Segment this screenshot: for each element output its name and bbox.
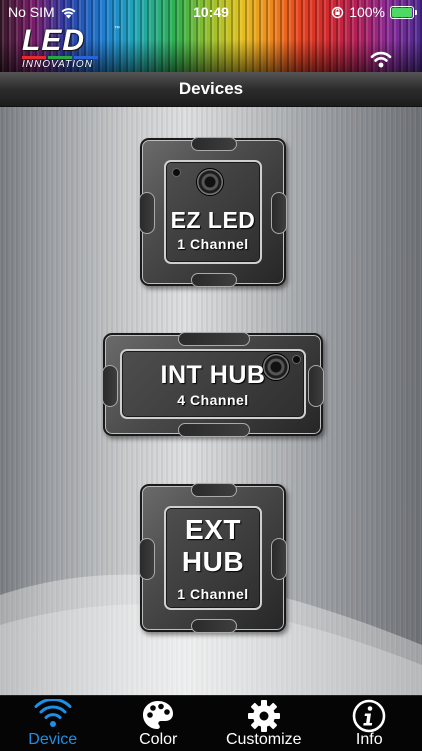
logo-main-text: LED (22, 24, 85, 57)
gear-icon (247, 700, 280, 732)
device-name: INT HUB (160, 361, 266, 389)
tab-label: Color (139, 731, 178, 748)
tab-label: Info (355, 731, 383, 748)
device-channel: 1 Channel (177, 586, 249, 602)
app-logo: LED ™ INNOVATION (18, 24, 130, 72)
title-bar: Devices (0, 72, 422, 107)
tab-bar: Device Color Customize Info (0, 695, 422, 751)
device-list: EZ LED 1 Channel INT HUB 4 Channel EXT H… (0, 107, 422, 695)
logo-sub-text: INNOVATION (22, 59, 93, 70)
tab-customize[interactable]: Customize (214, 696, 314, 751)
battery-percent: 100% (349, 4, 385, 20)
device-ext-hub[interactable]: EXT HUB 1 Channel (139, 483, 287, 633)
device-channel: 4 Channel (177, 392, 249, 408)
tab-color[interactable]: Color (108, 696, 208, 751)
tab-device[interactable]: Device (3, 696, 103, 751)
device-panel: INT HUB 4 Channel (120, 349, 306, 419)
device-panel: EZ LED 1 Channel (164, 160, 262, 264)
connection-wifi-icon[interactable] (370, 50, 392, 68)
indicator-dot (172, 168, 181, 177)
device-name-line-2: HUB (181, 546, 245, 577)
device-panel: EXT HUB 1 Channel (164, 506, 262, 610)
app-header: No SIM 10:49 100% LED ™ INNOVATION (0, 0, 422, 72)
device-channel: 1 Channel (177, 236, 249, 252)
logo-trademark: ™ (114, 26, 120, 32)
palette-icon (143, 701, 174, 729)
tab-label: Device (28, 731, 78, 748)
orientation-lock-icon (331, 6, 344, 18)
tab-info[interactable]: Info (319, 696, 419, 751)
tab-label: Customize (225, 731, 302, 748)
device-name: EZ LED (170, 207, 256, 233)
status-bar: No SIM 10:49 100% (0, 0, 422, 24)
wifi-icon (34, 699, 72, 727)
battery-icon (390, 5, 417, 19)
device-ez-led[interactable]: EZ LED 1 Channel (139, 137, 287, 287)
device-int-hub[interactable]: INT HUB 4 Channel (102, 332, 324, 437)
sensor-lens-icon (196, 168, 224, 196)
page-title: Devices (178, 79, 244, 98)
device-name-line-1: EXT (185, 514, 241, 545)
info-icon (352, 699, 386, 733)
